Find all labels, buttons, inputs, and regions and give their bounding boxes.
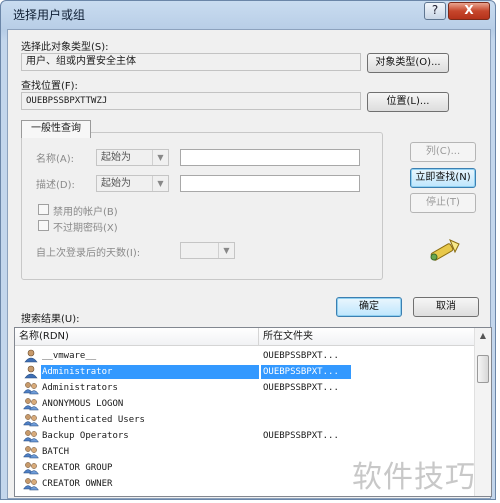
table-row[interactable]: Authenticated Users bbox=[15, 412, 475, 428]
row-name: Authenticated Users bbox=[42, 415, 145, 425]
table-row[interactable]: ANONYMOUS LOGON bbox=[15, 396, 475, 412]
nonexpiring-password-checkbox[interactable] bbox=[38, 220, 49, 231]
group-icon bbox=[23, 461, 39, 475]
days-since-logon-label: 自上次登录后的天数(I): bbox=[36, 248, 141, 259]
description-mode-value: 起始为 bbox=[101, 178, 131, 189]
row-name: CREATOR OWNER bbox=[42, 479, 113, 489]
chevron-down-icon: ▼ bbox=[218, 243, 234, 258]
dialog-body: 选择此对象类型(S): 用户、组或内置安全主体 对象类型(O)... 查找位置(… bbox=[7, 29, 492, 499]
name-mode-select[interactable]: 起始为 ▼ bbox=[96, 149, 169, 166]
search-results-label: 搜索结果(U): bbox=[21, 314, 80, 325]
disabled-accounts-label: 禁用的帐户(B) bbox=[53, 207, 118, 218]
table-row[interactable]: Backup Operators OUEBPSSBPXT... bbox=[15, 428, 475, 444]
group-icon bbox=[23, 381, 39, 395]
row-name: CREATOR GROUP bbox=[42, 463, 113, 473]
window-title: 选择用户或组 bbox=[13, 8, 86, 22]
watermark-text: 软件技巧 bbox=[352, 460, 476, 495]
row-folder bbox=[261, 445, 351, 459]
group-icon bbox=[23, 397, 39, 411]
description-input[interactable] bbox=[180, 175, 360, 192]
column-header-folder[interactable]: 所在文件夹 bbox=[259, 328, 475, 346]
scroll-thumb[interactable] bbox=[477, 355, 489, 383]
name-label: 名称(A): bbox=[36, 154, 75, 165]
object-type-label: 选择此对象类型(S): bbox=[21, 42, 109, 53]
row-folder bbox=[261, 397, 351, 411]
tab-general-queries[interactable]: 一般性查询 bbox=[21, 120, 91, 138]
name-mode-value: 起始为 bbox=[101, 152, 131, 163]
group-icon bbox=[23, 477, 39, 491]
group-icon bbox=[23, 413, 39, 427]
search-flashlight-icon bbox=[430, 239, 460, 261]
columns-button[interactable]: 列(C)... bbox=[410, 142, 476, 162]
disabled-accounts-checkbox[interactable] bbox=[38, 204, 49, 215]
location-field: OUEBPSSBPXTTWZJ bbox=[21, 92, 361, 110]
table-row[interactable]: __vmware__ OUEBPSSBPXT... bbox=[15, 348, 475, 364]
name-input[interactable] bbox=[180, 149, 360, 166]
description-mode-select[interactable]: 起始为 ▼ bbox=[96, 175, 169, 192]
select-users-dialog: 选择用户或组 ? X 选择此对象类型(S): 用户、组或内置安全主体 对象类型(… bbox=[0, 0, 496, 500]
days-since-logon-select[interactable]: ▼ bbox=[180, 242, 235, 259]
table-row[interactable]: Administrators OUEBPSSBPXT... bbox=[15, 380, 475, 396]
row-folder: OUEBPSSBPXT... bbox=[261, 365, 351, 379]
nonexpiring-password-label: 不过期密码(X) bbox=[53, 223, 118, 234]
group-icon bbox=[23, 429, 39, 443]
location-label: 查找位置(F): bbox=[21, 81, 78, 92]
scroll-up-arrow-icon[interactable]: ▲ bbox=[475, 328, 491, 344]
ok-button[interactable]: 确定 bbox=[336, 297, 402, 317]
help-button[interactable]: ? bbox=[424, 2, 446, 20]
stop-button[interactable]: 停止(T) bbox=[410, 193, 476, 213]
row-name: __vmware__ bbox=[42, 351, 97, 361]
chevron-down-icon: ▼ bbox=[152, 176, 168, 191]
chevron-down-icon: ▼ bbox=[152, 150, 168, 165]
find-now-button[interactable]: 立即查找(N) bbox=[410, 168, 476, 188]
object-type-field: 用户、组或内置安全主体 bbox=[21, 53, 361, 71]
cancel-button[interactable]: 取消 bbox=[413, 297, 479, 317]
row-name: Administrator bbox=[41, 365, 259, 379]
description-label: 描述(D): bbox=[36, 180, 75, 191]
row-name: Backup Operators bbox=[42, 431, 129, 441]
locations-button[interactable]: 位置(L)... bbox=[367, 92, 449, 112]
row-folder bbox=[261, 461, 351, 475]
object-types-button[interactable]: 对象类型(O)... bbox=[367, 53, 449, 73]
table-row[interactable]: Administrator OUEBPSSBPXT... bbox=[15, 364, 475, 380]
row-name: BATCH bbox=[42, 447, 70, 457]
row-folder: OUEBPSSBPXT... bbox=[263, 431, 339, 441]
row-name: ANONYMOUS LOGON bbox=[42, 399, 124, 409]
close-button[interactable]: X bbox=[448, 2, 490, 20]
group-icon bbox=[23, 445, 39, 459]
column-header-name[interactable]: 名称(RDN) bbox=[15, 328, 259, 346]
row-folder bbox=[261, 477, 351, 491]
row-name: Administrators bbox=[42, 383, 118, 393]
results-scrollbar[interactable]: ▲ bbox=[474, 328, 491, 496]
row-folder: OUEBPSSBPXT... bbox=[263, 351, 339, 361]
row-folder: OUEBPSSBPXT... bbox=[263, 383, 339, 393]
user-icon bbox=[23, 349, 39, 363]
user-icon bbox=[23, 365, 39, 379]
row-folder bbox=[261, 413, 351, 427]
title-bar[interactable]: 选择用户或组 ? X bbox=[1, 1, 495, 27]
